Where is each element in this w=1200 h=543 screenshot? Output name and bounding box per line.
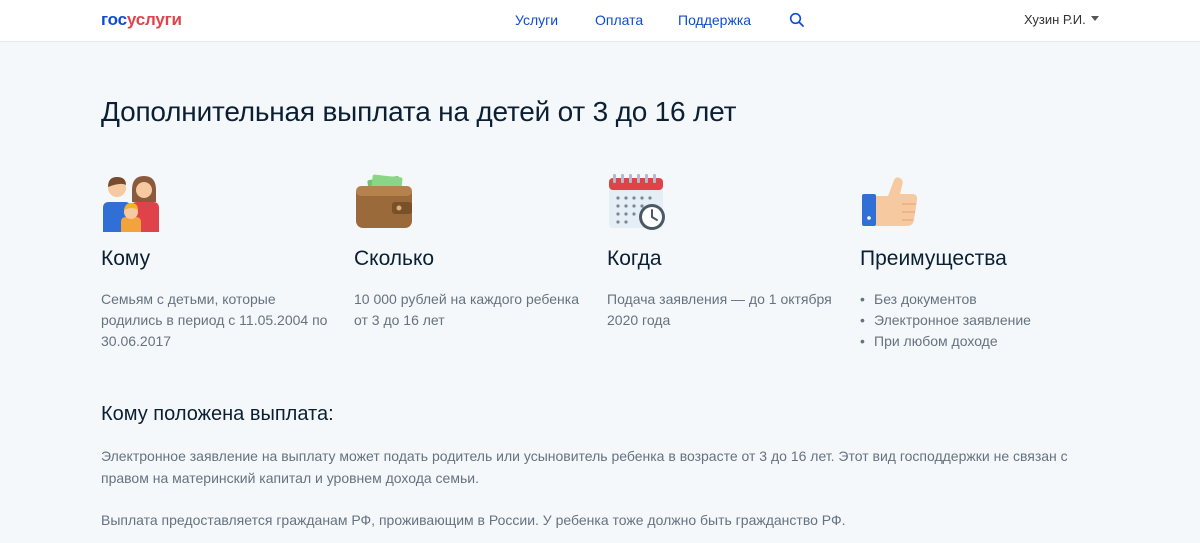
family-icon: [103, 176, 159, 232]
user-menu[interactable]: Хузин Р.И.: [1024, 12, 1099, 27]
feature-title: Преимущества: [860, 247, 1007, 270]
wallet-icon: [356, 174, 412, 228]
eligibility-paragraph-2: Выплата предоставляется гражданам РФ, пр…: [101, 512, 846, 528]
list-item: При любом доходе: [860, 331, 1031, 352]
nav-services[interactable]: Услуги: [515, 12, 558, 28]
list-item: Без документов: [860, 289, 1031, 310]
feature-title: Сколько: [354, 247, 435, 270]
search-icon[interactable]: [789, 12, 805, 28]
user-name: Хузин Р.И.: [1024, 12, 1086, 27]
advantages-list: Без документов Электронное заявление При…: [860, 289, 1031, 352]
logo-text-part1: гос: [101, 10, 127, 29]
page-title: Дополнительная выплата на детей от 3 до …: [101, 96, 737, 127]
chevron-down-icon: [1090, 16, 1099, 22]
nav-support[interactable]: Поддержка: [678, 12, 751, 28]
logo-text-part2: услуги: [126, 10, 182, 29]
thumbs-up-icon: [862, 177, 918, 226]
eligibility-paragraph-1: Электронное заявление на выплату может п…: [101, 448, 1068, 486]
nav-payment[interactable]: Оплата: [595, 12, 643, 28]
eligibility-heading: Кому положена выплата:: [101, 403, 334, 425]
feature-title: Когда: [607, 247, 662, 270]
list-item: Электронное заявление: [860, 310, 1031, 331]
feature-text: 10 000 рублей на каждого ребенка от 3 до…: [354, 291, 579, 328]
top-header: госуслуги Услуги Оплата Поддержка Хузин …: [0, 0, 1200, 42]
gosuslugi-logo[interactable]: госуслуги: [101, 10, 182, 30]
feature-text: Подача заявления — до 1 октября 2020 год…: [607, 291, 832, 328]
feature-title: Кому: [101, 247, 151, 270]
feature-text: Семьям с детьми, которые родились в пери…: [101, 291, 328, 349]
calendar-clock-icon: [609, 174, 665, 230]
